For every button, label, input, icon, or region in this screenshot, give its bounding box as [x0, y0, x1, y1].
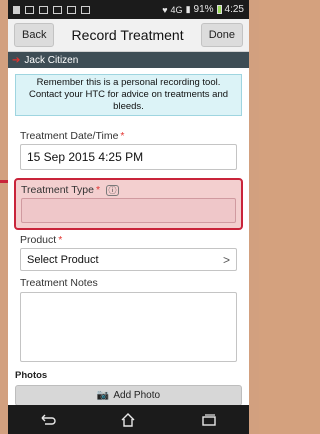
type-label-text: Treatment Type [21, 184, 94, 196]
home-nav-icon[interactable] [120, 412, 136, 427]
window-icon [25, 5, 34, 14]
date-section: Treatment Date/Time * 15 Sep 2015 4:25 P… [8, 130, 249, 170]
notification-icons [13, 5, 90, 14]
required-mark: * [95, 184, 101, 196]
back-button[interactable]: Back [14, 23, 55, 47]
battery-percent: 91% [193, 4, 214, 15]
info-icon[interactable]: ⓘ [106, 184, 120, 196]
notes-section: Treatment Notes [8, 277, 249, 362]
add-photo-button[interactable]: 📷 Add Photo [15, 385, 242, 406]
patient-bar[interactable]: ➔ Jack Citizen [8, 52, 249, 68]
notes-label-text: Treatment Notes [20, 277, 98, 289]
treatment-notes-textarea[interactable] [20, 292, 237, 362]
status-bar: ♥ 4G ▮ 91% 4:25 [8, 0, 249, 19]
treatment-type-input[interactable] [21, 198, 236, 223]
treatment-type-highlight: Treatment Type * ⓘ [14, 178, 243, 230]
notice-box: Remember this is a personal recording to… [15, 74, 242, 116]
page-title: Record Treatment [71, 27, 184, 43]
product-select[interactable]: Select Product > [20, 248, 237, 271]
photos-label: Photos [15, 370, 48, 381]
nav-bar: Back Record Treatment Done [8, 19, 249, 52]
facebook-icon [13, 5, 20, 14]
camera-icon: 📷 [96, 390, 110, 401]
product-select-value: Select Product [27, 253, 99, 266]
date-label-text: Treatment Date/Time [20, 130, 119, 142]
type-label: Treatment Type * ⓘ [21, 184, 236, 196]
signal-icon: ▮ [185, 4, 191, 14]
product-label-text: Product [20, 234, 57, 246]
image-icon [39, 5, 48, 14]
heart-icon: ♥ [162, 4, 168, 15]
back-nav-icon[interactable] [40, 414, 56, 426]
required-mark: * [120, 130, 125, 142]
background-right [249, 0, 259, 434]
mail-icon [53, 5, 62, 14]
required-mark: * [58, 234, 63, 246]
patient-arrow-icon: ➔ [12, 54, 21, 66]
done-button[interactable]: Done [200, 23, 243, 47]
bag-icon [81, 5, 90, 14]
date-time-input[interactable]: 15 Sep 2015 4:25 PM [20, 144, 237, 170]
battery-icon [216, 5, 222, 14]
product-section: Product * Select Product > [8, 234, 249, 271]
notes-label: Treatment Notes [20, 277, 237, 289]
product-label: Product * [20, 234, 237, 246]
chevron-right-icon: > [222, 252, 230, 267]
android-nav-bar [8, 405, 249, 434]
recent-apps-nav-icon[interactable] [201, 413, 217, 426]
network-type: 4G [170, 4, 183, 15]
square-icon [67, 5, 76, 14]
add-photo-label: Add Photo [113, 390, 161, 401]
date-label: Treatment Date/Time * [20, 130, 237, 142]
status-right: ♥ 4G ▮ 91% 4:25 [162, 4, 244, 15]
clock: 4:25 [224, 4, 244, 15]
phone-screen: ♥ 4G ▮ 91% 4:25 Back Record Treatment Do… [8, 0, 249, 434]
patient-name: Jack Citizen [24, 54, 79, 66]
